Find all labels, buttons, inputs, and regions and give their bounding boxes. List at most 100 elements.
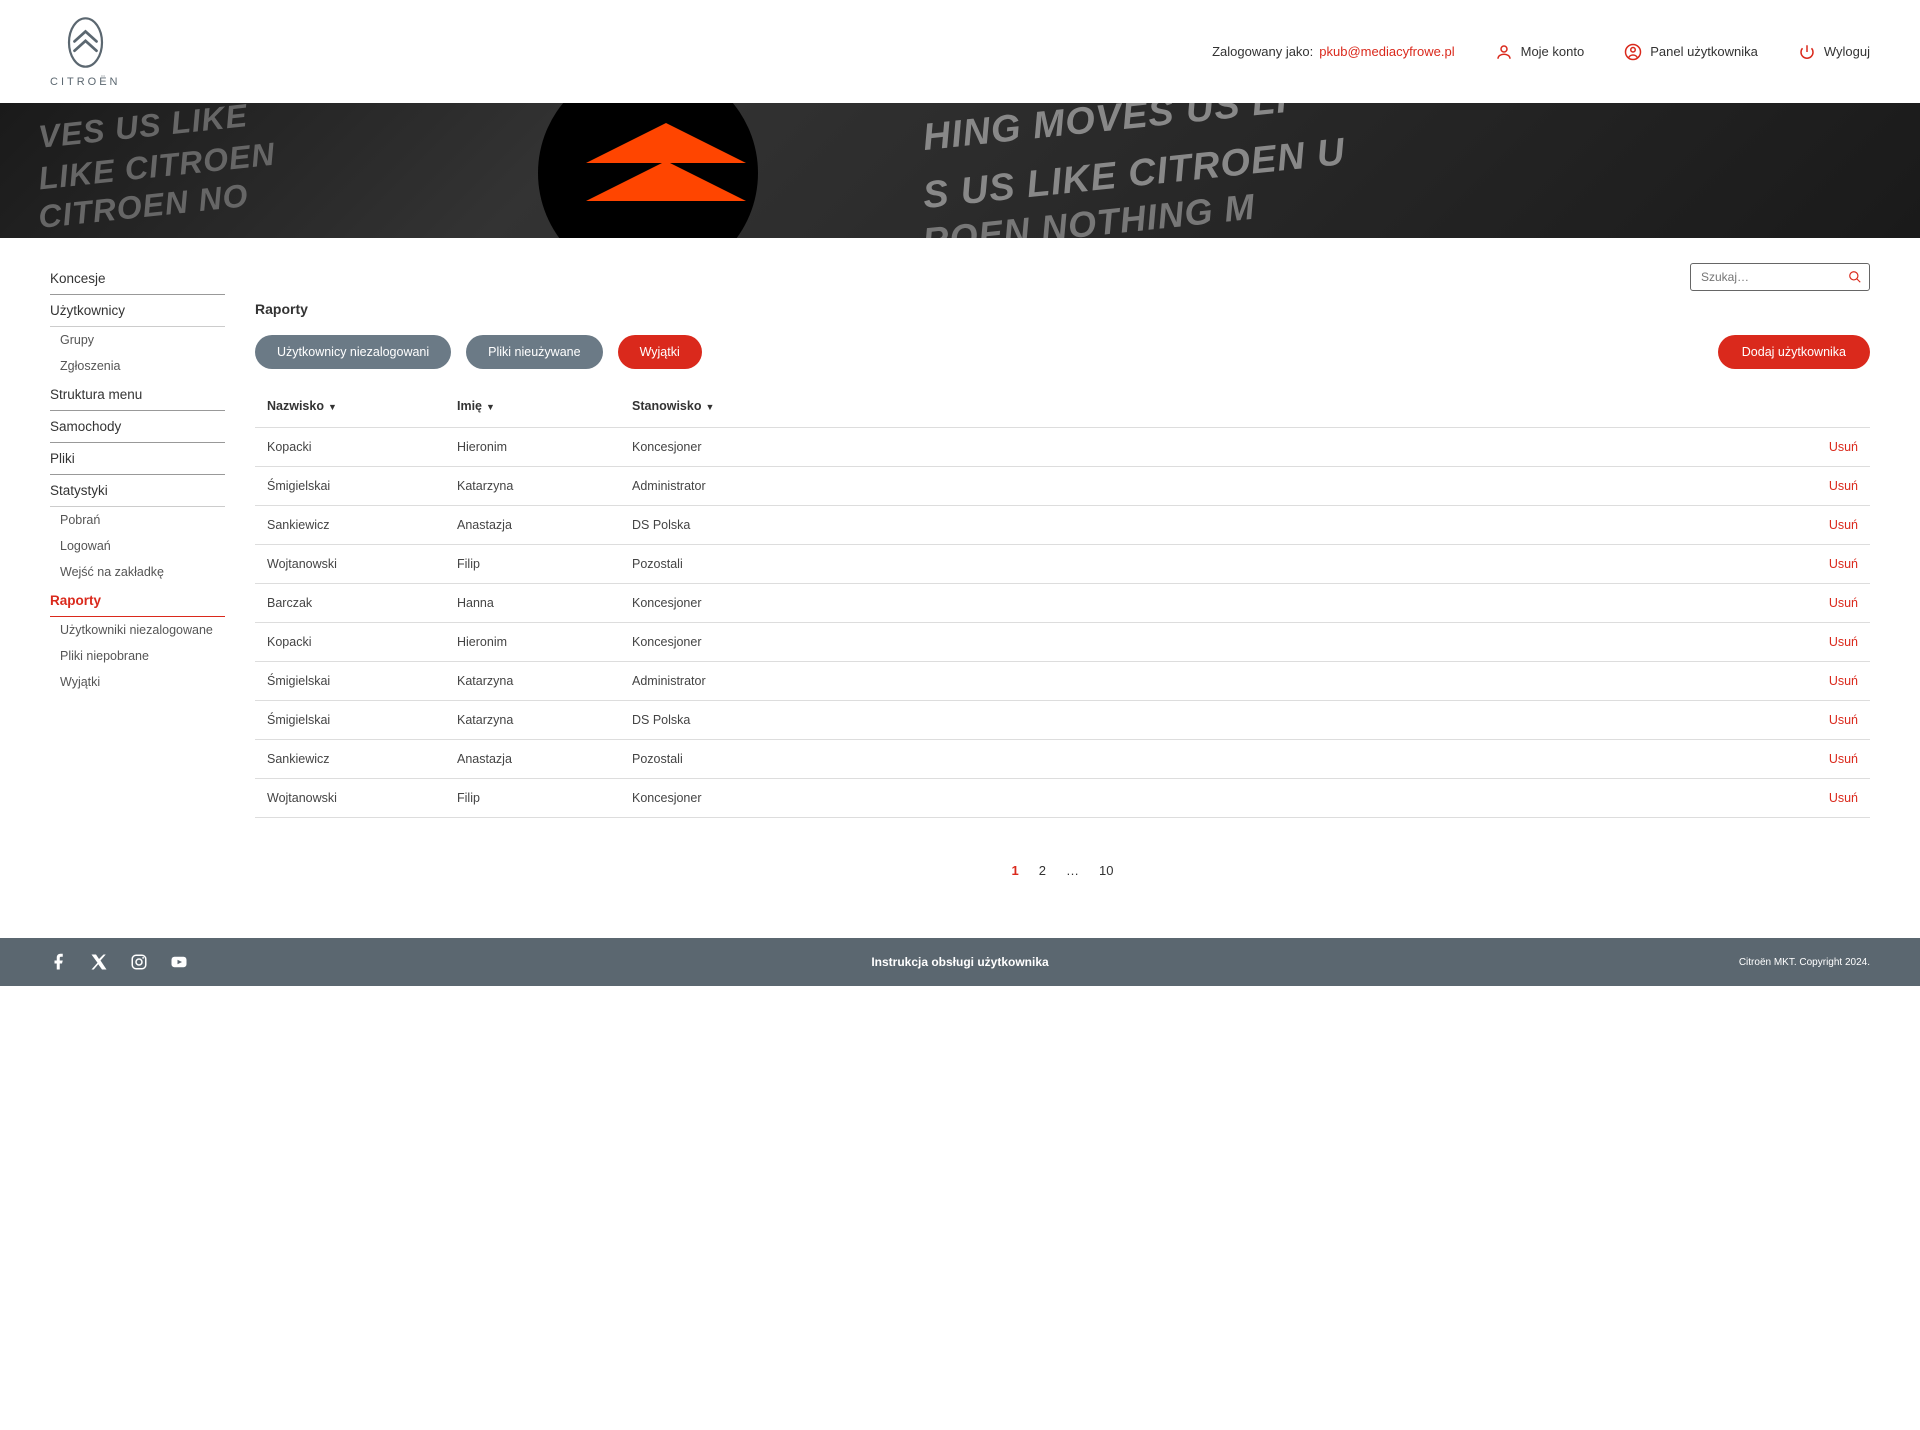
tab-unlogged-users[interactable]: Użytkownicy niezalogowani [255,335,451,369]
cell-lastname: Wojtanowski [267,791,457,805]
content: Raporty Użytkownicy niezalogowani Pliki … [255,263,1870,878]
col-role[interactable]: Stanowisko▼ [632,399,1778,413]
cell-firstname: Katarzyna [457,479,632,493]
add-user-button[interactable]: Dodaj użytkownika [1718,335,1870,369]
col-lastname[interactable]: Nazwisko▼ [267,399,457,413]
cell-role: Administrator [632,479,1778,493]
table-row: ŚmigielskaiKatarzynaAdministrator Usuń [255,466,1870,505]
delete-link[interactable]: Usuń [1829,713,1858,727]
delete-link[interactable]: Usuń [1829,440,1858,454]
footer-manual-link[interactable]: Instrukcja obsługi użytkownika [871,955,1048,969]
x-twitter-icon[interactable] [90,953,108,971]
my-account-link[interactable]: Moje konto [1495,43,1585,61]
table-row: ŚmigielskaiKatarzynaDS PolskaUsuń [255,700,1870,739]
page-dots: … [1066,863,1079,878]
cell-lastname: Kopacki [267,635,457,649]
delete-link[interactable]: Usuń [1829,557,1858,571]
delete-link[interactable]: Usuń [1829,752,1858,766]
logged-email: pkub@mediacyfrowe.pl [1319,44,1454,59]
sidebar-pobran[interactable]: Pobrań [50,507,225,533]
user-circle-icon [1624,43,1642,61]
sidebar-statystyki[interactable]: Statystyki [50,475,225,507]
sort-caret-icon: ▼ [486,402,495,412]
cell-firstname: Anastazja [457,752,632,766]
sidebar-uzytkownicy[interactable]: Użytkownicy [50,295,225,327]
cell-role: Koncesjoner [632,791,1778,805]
delete-link[interactable]: Usuń [1829,791,1858,805]
search-box [1690,263,1870,291]
sidebar: Koncesje Użytkownicy Grupy Zgłoszenia St… [50,263,225,878]
sidebar-pliki[interactable]: Pliki [50,443,225,475]
sidebar-raporty[interactable]: Raporty [50,585,225,617]
delete-link[interactable]: Usuń [1829,635,1858,649]
page-last[interactable]: 10 [1099,863,1113,878]
sidebar-struktura[interactable]: Struktura menu [50,379,225,411]
table-row: ŚmigielskaiKatarzynaAdministratorUsuń [255,661,1870,700]
cell-firstname: Anastazja [457,518,632,532]
social-links [50,953,188,971]
header-right: Zalogowany jako: pkub@mediacyfrowe.pl Mo… [1212,43,1870,61]
cell-firstname: Hieronim [457,635,632,649]
sidebar-logowan[interactable]: Logowań [50,533,225,559]
delete-link[interactable]: Usuń [1829,479,1858,493]
table-row: SankiewiczAnastazjaDS PolskaUsuń [255,505,1870,544]
cell-role: Pozostali [632,752,1778,766]
pagination: 1 2 … 10 [255,863,1870,878]
cell-lastname: Śmigielskai [267,674,457,688]
page-2[interactable]: 2 [1039,863,1046,878]
cell-lastname: Barczak [267,596,457,610]
header: CITROËN Zalogowany jako: pkub@mediacyfro… [0,0,1920,103]
col-firstname[interactable]: Imię▼ [457,399,632,413]
cell-lastname: Śmigielskai [267,479,457,493]
user-panel-link[interactable]: Panel użytkownika [1624,43,1758,61]
brand-name: CITROËN [50,76,121,88]
cell-lastname: Śmigielskai [267,713,457,727]
table-row: KopackiHieronimKoncesjoner Usuń [255,622,1870,661]
delete-link[interactable]: Usuń [1829,596,1858,610]
filter-tabs: Użytkownicy niezalogowani Pliki nieużywa… [255,335,702,369]
youtube-icon[interactable] [170,953,188,971]
sidebar-samochody[interactable]: Samochody [50,411,225,443]
sidebar-koncesje[interactable]: Koncesje [50,263,225,295]
logout-link[interactable]: Wyloguj [1798,43,1870,61]
search-icon[interactable] [1848,270,1862,284]
search-input[interactable] [1690,263,1870,291]
cell-lastname: Kopacki [267,440,457,454]
cell-role: Pozostali [632,557,1778,571]
cell-firstname: Filip [457,557,632,571]
instagram-icon[interactable] [130,953,148,971]
table-row: WojtanowskiFilipPozostali Usuń [255,544,1870,583]
cell-role: Koncesjoner [632,440,1778,454]
footer: Instrukcja obsługi użytkownika Citroën M… [0,938,1920,986]
tab-exceptions[interactable]: Wyjątki [618,335,702,369]
sidebar-wyjatki[interactable]: Wyjątki [50,669,225,695]
sidebar-zgloszenia[interactable]: Zgłoszenia [50,353,225,379]
sidebar-uzyt-niezal[interactable]: Użytkowniki niezalogowane [50,617,225,643]
user-icon [1495,43,1513,61]
sidebar-grupy[interactable]: Grupy [50,327,225,353]
sidebar-pliki-niepobrane[interactable]: Pliki niepobrane [50,643,225,669]
tab-unused-files[interactable]: Pliki nieużywane [466,335,602,369]
cell-lastname: Wojtanowski [267,557,457,571]
sort-caret-icon: ▼ [705,402,714,412]
power-icon [1798,43,1816,61]
hero-banner: VES US LIKE LIKE CITROEN CITROEN NO HING… [0,103,1920,238]
cell-role: Koncesjoner [632,596,1778,610]
table-row: WojtanowskiFilipKoncesjoner Usuń [255,778,1870,818]
sidebar-wejsc[interactable]: Wejść na zakładkę [50,559,225,585]
page-1[interactable]: 1 [1012,863,1019,878]
facebook-icon[interactable] [50,953,68,971]
cell-firstname: Katarzyna [457,674,632,688]
cell-role: DS Polska [632,713,1778,727]
delete-link[interactable]: Usuń [1829,674,1858,688]
delete-link[interactable]: Usuń [1829,518,1858,532]
sort-caret-icon: ▼ [328,402,337,412]
cell-role: Koncesjoner [632,635,1778,649]
table-row: KopackiHieronimKoncesjonerUsuń [255,427,1870,466]
cell-role: DS Polska [632,518,1778,532]
cell-firstname: Hanna [457,596,632,610]
brand-logo[interactable]: CITROËN [50,15,121,88]
table-header: Nazwisko▼ Imię▼ Stanowisko▼ [255,389,1870,427]
cell-firstname: Filip [457,791,632,805]
logged-label: Zalogowany jako: [1212,44,1313,59]
